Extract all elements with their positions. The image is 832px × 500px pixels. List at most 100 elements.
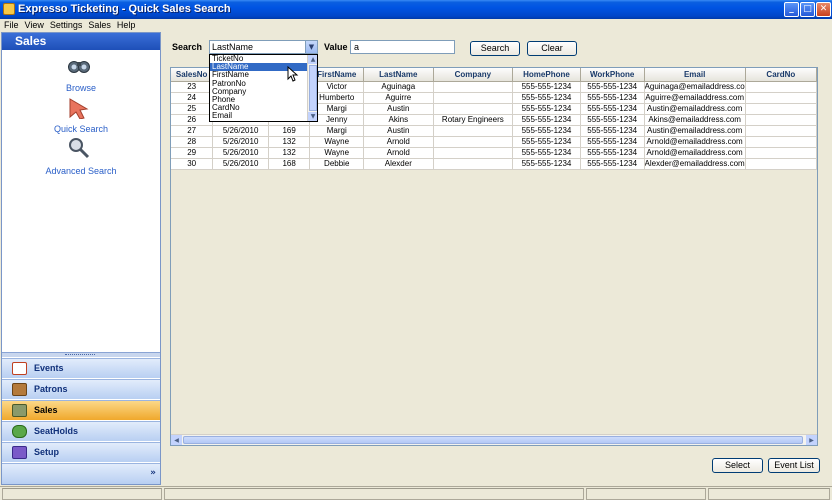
- table-cell: [433, 92, 514, 104]
- table-cell: [745, 147, 817, 159]
- column-header-workphone[interactable]: WorkPhone: [580, 68, 645, 82]
- menu-view[interactable]: View: [22, 19, 47, 31]
- scroll-left-icon[interactable]: ◀: [171, 435, 182, 445]
- nav-expand-button[interactable]: »: [2, 463, 160, 484]
- column-header-email[interactable]: Email: [644, 68, 746, 82]
- mouse-pointer-icon: [287, 66, 299, 82]
- table-cell: 555-555-1234: [512, 92, 581, 104]
- table-cell: 555-555-1234: [580, 158, 645, 170]
- scroll-up-icon[interactable]: ▲: [308, 55, 317, 64]
- table-cell: Aguirre: [363, 92, 434, 104]
- sidebar-link-advanced-search[interactable]: Advanced Search: [2, 166, 160, 176]
- horizontal-scrollbar[interactable]: ◀ ▶: [171, 434, 817, 445]
- nav-button-events[interactable]: Events: [2, 358, 160, 378]
- column-header-cardno[interactable]: CardNo: [745, 68, 817, 82]
- clear-button[interactable]: Clear: [527, 41, 577, 56]
- table-cell: [433, 147, 514, 159]
- menu-sales[interactable]: Sales: [85, 19, 114, 31]
- table-cell: [745, 114, 817, 126]
- select-button[interactable]: Select: [712, 458, 763, 473]
- seatholds-icon: [12, 425, 27, 438]
- close-button[interactable]: ✕: [816, 2, 831, 17]
- binoculars-icon[interactable]: [67, 55, 91, 77]
- table-cell: [745, 81, 817, 93]
- table-cell: 27: [171, 125, 214, 137]
- scroll-right-icon[interactable]: ▶: [806, 435, 817, 445]
- table-cell: [745, 92, 817, 104]
- column-header-lastname[interactable]: LastName: [363, 68, 434, 82]
- table-cell: [745, 158, 817, 170]
- search-field-value: LastName: [212, 42, 254, 52]
- table-row[interactable]: 28 5/26/2010 132 Wayne Arnold 555-555-1234 555…: [171, 136, 817, 148]
- nav-button-label: Setup: [34, 447, 60, 457]
- table-cell: 555-555-1234: [512, 103, 581, 115]
- search-label: Search: [172, 42, 203, 52]
- table-cell: 29: [171, 147, 214, 159]
- nav-button-label: Sales: [34, 405, 58, 415]
- menu-settings[interactable]: Settings: [47, 19, 86, 31]
- column-header-homephone[interactable]: HomePhone: [512, 68, 581, 82]
- table-cell: 555-555-1234: [512, 114, 581, 126]
- value-label: Value: [324, 42, 348, 52]
- table-cell: Arnold: [363, 147, 434, 159]
- table-cell: 5/26/2010: [212, 147, 269, 159]
- event-list-button[interactable]: Event List: [768, 458, 820, 473]
- magnifier-icon[interactable]: [67, 137, 91, 159]
- search-button[interactable]: Search: [470, 41, 520, 56]
- table-cell: 30: [171, 158, 214, 170]
- table-cell: 24: [171, 92, 214, 104]
- column-header-company[interactable]: Company: [433, 68, 514, 82]
- table-cell: 555-555-1234: [580, 81, 645, 93]
- nav-button-patrons[interactable]: Patrons: [2, 379, 160, 399]
- table-cell: [433, 103, 514, 115]
- nav-button-label: Patrons: [34, 384, 68, 394]
- sidebar-splitter[interactable]: [2, 352, 160, 357]
- table-cell: 555-555-1234: [580, 136, 645, 148]
- table-cell: 168: [268, 158, 311, 170]
- table-cell: 169: [268, 125, 311, 137]
- table-row[interactable]: 27 5/26/2010 169 Margi Austin 555-555-1234 555…: [171, 125, 817, 137]
- dropdown-scroll-thumb[interactable]: [309, 65, 317, 111]
- table-row[interactable]: 30 5/26/2010 168 Debbie Alexder 555-555-1234 5…: [171, 158, 817, 170]
- table-cell: [433, 125, 514, 137]
- scrollbar-thumb[interactable]: [183, 436, 803, 444]
- table-cell: 555-555-1234: [580, 103, 645, 115]
- results-grid: SalesNo FirstName LastName Company HomeP…: [170, 67, 818, 446]
- calendar-icon: [12, 362, 27, 375]
- table-cell: Arnold@emailaddress.com: [644, 147, 746, 159]
- table-cell: 555-555-1234: [580, 125, 645, 137]
- menu-help[interactable]: Help: [114, 19, 139, 31]
- table-cell: 132: [268, 147, 311, 159]
- cursor-arrow-icon[interactable]: [67, 97, 91, 119]
- table-cell: Debbie: [309, 158, 365, 170]
- table-cell: 28: [171, 136, 214, 148]
- column-header-salesno[interactable]: SalesNo: [171, 68, 214, 82]
- scroll-down-icon[interactable]: ▼: [308, 112, 317, 121]
- table-cell: [745, 103, 817, 115]
- search-field-combo[interactable]: LastName ▼: [209, 40, 318, 54]
- dropdown-scrollbar[interactable]: ▲ ▼: [307, 55, 317, 121]
- sidebar: Sales Browse Quick Search Advanced Searc…: [1, 32, 161, 485]
- table-cell: 555-555-1234: [512, 147, 581, 159]
- nav-button-sales[interactable]: Sales: [2, 400, 160, 420]
- table-cell: Wayne: [309, 147, 365, 159]
- app-icon: [3, 3, 15, 15]
- table-cell: Margi: [309, 125, 365, 137]
- sidebar-link-browse[interactable]: Browse: [2, 83, 160, 93]
- maximize-button[interactable]: □: [800, 2, 815, 17]
- search-field-dropdown[interactable]: TicketNo LastName FirstName PatronNo Com…: [209, 54, 318, 122]
- table-cell: Arnold@emailaddress.com: [644, 136, 746, 148]
- table-cell: [745, 125, 817, 137]
- table-cell: 555-555-1234: [512, 158, 581, 170]
- menu-file[interactable]: File: [0, 19, 22, 31]
- sidebar-link-quick-search[interactable]: Quick Search: [2, 124, 160, 134]
- minimize-button[interactable]: _: [784, 2, 799, 17]
- nav-button-seatholds[interactable]: SeatHolds: [2, 421, 160, 441]
- chevron-down-icon[interactable]: ▼: [305, 41, 317, 53]
- table-row[interactable]: 29 5/26/2010 132 Wayne Arnold 555-555-1234 555…: [171, 147, 817, 159]
- value-input[interactable]: a: [350, 40, 455, 54]
- nav-button-setup[interactable]: Setup: [2, 442, 160, 462]
- table-cell: [433, 81, 514, 93]
- dropdown-option[interactable]: Email: [210, 112, 317, 120]
- table-cell: 5/26/2010: [212, 158, 269, 170]
